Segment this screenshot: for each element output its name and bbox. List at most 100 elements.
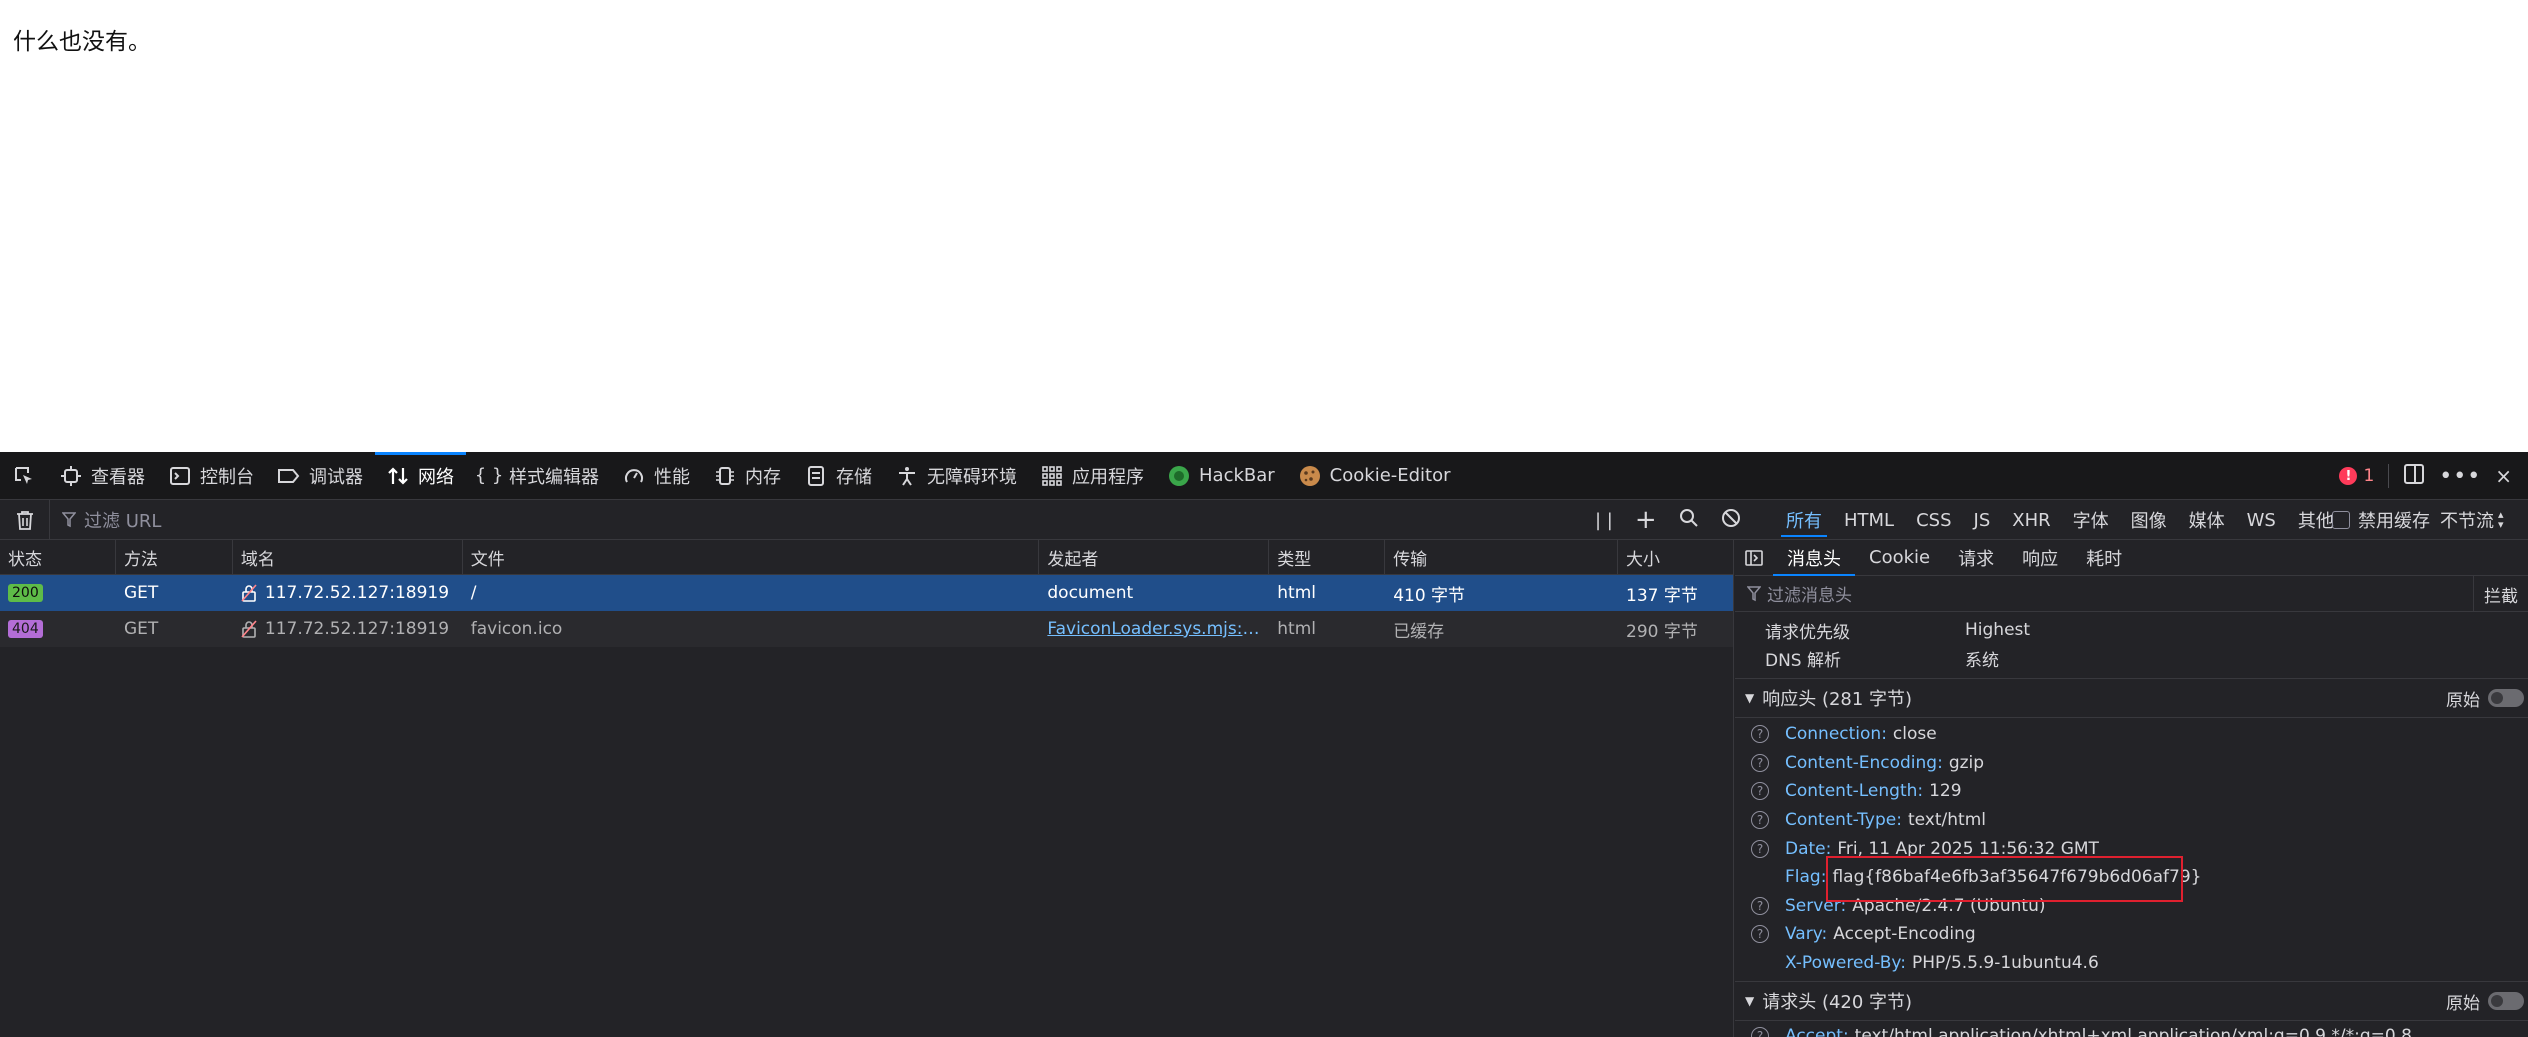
column-transferred[interactable]: 传输 <box>1385 540 1619 574</box>
dock-options-icon[interactable] <box>2403 463 2425 489</box>
header-name: X-Powered-By: <box>1785 953 1906 974</box>
help-icon[interactable]: ? <box>1751 896 1769 915</box>
tab-request[interactable]: 请求 <box>1944 540 2008 576</box>
tab-memory[interactable]: 内存 <box>702 452 793 500</box>
tab-label: 内存 <box>745 466 781 488</box>
clear-requests-icon[interactable] <box>0 499 50 540</box>
header-row[interactable]: ? Vary: Accept-Encoding <box>1735 920 2528 949</box>
table-row[interactable]: 404 GET 117.72.52.127:18919 favicon.ico … <box>0 611 1733 647</box>
header-row[interactable]: ? Server: Apache/2.4.7 (Ubuntu) <box>1735 892 2528 921</box>
tab-storage[interactable]: 存储 <box>793 452 884 500</box>
filter-media[interactable]: 媒体 <box>2178 500 2236 540</box>
help-icon[interactable]: ? <box>1751 925 1769 944</box>
help-icon[interactable]: ? <box>1751 839 1769 858</box>
cookie-icon <box>1299 465 1321 487</box>
header-row[interactable]: ? Date: Fri, 11 Apr 2025 11:56:32 GMT <box>1735 834 2528 863</box>
filter-html[interactable]: HTML <box>1833 500 1905 540</box>
header-row[interactable]: ? Content-Type: text/html <box>1735 806 2528 835</box>
help-icon[interactable]: ? <box>1751 725 1769 744</box>
tab-network[interactable]: 网络 <box>375 451 466 500</box>
tab-performance[interactable]: 性能 <box>611 452 702 500</box>
filter-url-input[interactable]: 过滤 URL <box>50 507 1590 533</box>
element-picker-icon[interactable] <box>0 452 48 500</box>
help-icon[interactable]: ? <box>1751 782 1769 801</box>
help-icon[interactable]: ? <box>1751 753 1769 772</box>
column-domain[interactable]: 域名 <box>233 540 463 574</box>
tab-console[interactable]: 控制台 <box>157 452 266 500</box>
status-badge: 404 <box>8 620 43 638</box>
tab-headers[interactable]: 消息头 <box>1773 540 1855 576</box>
performance-icon <box>623 465 645 487</box>
toggle-sidebar-icon[interactable] <box>1735 540 1773 576</box>
filter-css[interactable]: CSS <box>1905 500 1962 540</box>
storage-icon <box>805 465 827 487</box>
block-button[interactable]: 拦截 <box>2473 576 2528 612</box>
close-icon[interactable]: × <box>2495 464 2512 488</box>
pause-icon[interactable]: | | <box>1595 510 1613 531</box>
raw-toggle[interactable]: 原始 <box>2446 989 2528 1014</box>
column-method[interactable]: 方法 <box>116 540 233 574</box>
more-options-icon[interactable]: ••• <box>2439 464 2481 489</box>
raw-toggle[interactable]: 原始 <box>2446 686 2528 711</box>
row-method: GET <box>123 619 159 639</box>
tab-inspector[interactable]: 查看器 <box>48 452 157 500</box>
header-row[interactable]: ?X-Powered-By:PHP/5.5.9-1ubuntu4.6 <box>1735 949 2528 978</box>
tab-hackbar[interactable]: HackBar <box>1156 452 1287 500</box>
tab-application[interactable]: 应用程序 <box>1029 452 1156 500</box>
header-row[interactable]: ?Flag:flag{f86baf4e6fb3af35647f679b6d06a… <box>1735 863 2528 892</box>
column-file[interactable]: 文件 <box>463 540 1040 574</box>
tab-label: 样式编辑器 <box>509 466 599 488</box>
toolbar-right: ! 1 ••• × <box>2339 452 2528 500</box>
filter-fonts[interactable]: 字体 <box>2062 500 2120 540</box>
filter-ws[interactable]: WS <box>2236 500 2287 540</box>
filter-all[interactable]: 所有 <box>1775 500 1833 540</box>
tab-timings[interactable]: 耗时 <box>2072 540 2136 576</box>
raw-label: 原始 <box>2446 690 2480 711</box>
block-icon[interactable] <box>1721 508 1741 532</box>
help-icon[interactable]: ? <box>1751 1026 1769 1037</box>
error-count-badge[interactable]: ! 1 <box>2339 466 2374 486</box>
column-type[interactable]: 类型 <box>1269 540 1386 574</box>
header-row[interactable]: ? Accept: text/html,application/xhtml+xml,… <box>1735 1021 2528 1037</box>
priority-row: 请求优先级 Highest <box>1735 616 2528 644</box>
tab-response[interactable]: 响应 <box>2008 540 2072 576</box>
tab-label: 查看器 <box>91 466 145 488</box>
error-count: 1 <box>2363 466 2375 486</box>
header-row[interactable]: ? Content-Encoding: gzip <box>1735 749 2528 778</box>
tab-style-editor[interactable]: { } 样式编辑器 <box>466 452 611 500</box>
help-icon[interactable]: ? <box>1751 811 1769 830</box>
column-initiator[interactable]: 发起者 <box>1039 540 1270 574</box>
dns-value: 系统 <box>1965 650 1999 671</box>
header-name: Flag: <box>1785 867 1827 888</box>
raw-switch[interactable] <box>2488 992 2524 1011</box>
header-row[interactable]: ? Connection: close <box>1735 720 2528 749</box>
raw-switch[interactable] <box>2488 689 2524 707</box>
filter-js[interactable]: JS <box>1963 500 2002 540</box>
dns-row: DNS 解析 系统 <box>1735 644 2528 672</box>
tab-cookie-editor[interactable]: Cookie-Editor <box>1287 452 1463 500</box>
request-type-filters: 所有 HTML CSS JS XHR 字体 图像 媒体 WS 其他 <box>1775 500 2345 540</box>
filter-headers-input[interactable]: 过滤消息头 拦截 <box>1735 576 2528 612</box>
table-row[interactable]: 200 GET 117.72.52.127:18919 / document h… <box>0 575 1733 611</box>
disable-cache-toggle[interactable]: 禁用缓存 <box>2332 500 2430 540</box>
header-row[interactable]: ? Content-Length: 129 <box>1735 777 2528 806</box>
header-name: Content-Encoding: <box>1785 752 1943 773</box>
disable-cache-checkbox[interactable] <box>2332 511 2350 529</box>
tab-accessibility[interactable]: 无障碍环境 <box>884 452 1029 500</box>
column-status[interactable]: 状态 <box>0 540 116 574</box>
row-initiator-link[interactable]: FaviconLoader.sys.mjs:17… <box>1047 619 1269 639</box>
search-icon[interactable] <box>1679 508 1699 532</box>
request-headers-section[interactable]: ▼ 请求头 (420 字节) 原始 <box>1735 981 2528 1022</box>
response-headers-section[interactable]: ▼ 响应头 (281 字节) 原始 <box>1735 678 2528 718</box>
header-value: Accept-Encoding <box>1833 924 1976 945</box>
tab-cookies[interactable]: Cookie <box>1855 540 1944 576</box>
filter-images[interactable]: 图像 <box>2120 500 2178 540</box>
tab-debugger[interactable]: 调试器 <box>266 452 375 500</box>
accessibility-icon <box>896 465 918 487</box>
filter-xhr[interactable]: XHR <box>2001 500 2061 540</box>
add-icon[interactable]: + <box>1635 505 1657 535</box>
throttle-select[interactable]: 不节流 ▴ ▾ <box>2440 500 2504 540</box>
tab-label: 存储 <box>836 466 872 488</box>
column-size[interactable]: 大小 <box>1618 540 1733 574</box>
tab-label: 调试器 <box>309 466 363 488</box>
